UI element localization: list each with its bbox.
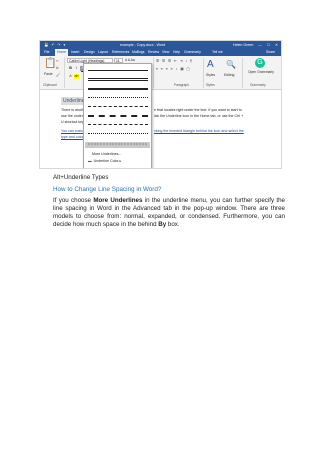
user-name[interactable]: Helen Green bbox=[233, 41, 253, 49]
doc-line-3: U shortcut key. bbox=[61, 120, 85, 124]
copy-icon[interactable]: ⧉ bbox=[56, 66, 58, 70]
highlight-button[interactable]: ab bbox=[74, 74, 79, 79]
tab-view[interactable]: View bbox=[162, 49, 169, 56]
grammarly-icon[interactable]: G bbox=[255, 58, 265, 68]
tab-grammarly[interactable]: Grammarly bbox=[184, 49, 201, 56]
tab-mailings[interactable]: Mailings bbox=[132, 49, 144, 56]
group-label-clipboard: Clipboard bbox=[43, 83, 57, 87]
window-controls[interactable]: — ☐ ✕ bbox=[258, 41, 280, 49]
underline-dot-dash-option[interactable] bbox=[88, 124, 148, 125]
group-divider bbox=[242, 58, 243, 88]
tab-layout[interactable]: Layout bbox=[98, 49, 108, 56]
section-subheading: How to Change Line Spacing in Word? bbox=[53, 186, 162, 193]
underline-color-icon: ▬ bbox=[88, 159, 92, 163]
underline-color-item[interactable]: ▬ Underline Color ▸ bbox=[88, 159, 121, 163]
list-buttons[interactable]: ☰ ☰ ☰ ⇤ ⇥ ↕ ¶ bbox=[156, 59, 193, 63]
tab-review[interactable]: Review bbox=[148, 49, 159, 56]
word-screenshot: 💾 ↶ ↷ ▾ example - Copy.docx - Word Helen… bbox=[39, 40, 282, 169]
tab-design[interactable]: Design bbox=[84, 49, 95, 56]
font-grow-shrink-icons[interactable]: A A Aa bbox=[125, 58, 135, 62]
tab-references[interactable]: References bbox=[112, 49, 129, 56]
underline-dotted-option[interactable] bbox=[88, 97, 148, 98]
paste-icon[interactable]: 📋 bbox=[44, 58, 56, 69]
group-label-styles: Styles bbox=[206, 83, 215, 87]
doc-line-1-end: e that locates right under the text. If … bbox=[154, 108, 242, 112]
quick-access-toolbar[interactable]: 💾 ↶ ↷ ▾ bbox=[44, 41, 66, 49]
format-painter-icon[interactable]: 🖌 bbox=[56, 73, 60, 77]
doc-line-2-end: lick the Underline icon in the Home tab,… bbox=[154, 114, 244, 118]
editing-label[interactable]: Editing bbox=[224, 73, 234, 77]
underline-color-label: Underline Color bbox=[93, 159, 119, 163]
word-titlebar: 💾 ↶ ↷ ▾ example - Copy.docx - Word Helen… bbox=[40, 41, 281, 49]
doc-line-4-end: cking the inverted triangle behind the i… bbox=[154, 129, 244, 133]
underline-dot-dot-dash-option[interactable] bbox=[88, 133, 148, 134]
group-label-paragraph: Paragraph bbox=[174, 83, 189, 87]
group-divider bbox=[153, 58, 154, 88]
underline-wave-option[interactable] bbox=[88, 143, 148, 146]
open-grammarly-button[interactable]: Open Grammarly bbox=[247, 70, 275, 74]
para-bold-more-underlines: More Underlines bbox=[93, 197, 143, 204]
paste-label[interactable]: Paste bbox=[44, 72, 53, 76]
bold-button[interactable]: B bbox=[68, 66, 73, 71]
body-paragraph: If you choose More Underlines in the und… bbox=[53, 197, 285, 229]
document-title: example - Copy.docx - Word bbox=[120, 43, 166, 47]
para-text-1: If you choose bbox=[53, 197, 94, 204]
tab-tell-me[interactable]: Tell me bbox=[212, 49, 223, 56]
tab-help[interactable]: Help bbox=[173, 49, 180, 56]
share-button[interactable]: Share bbox=[266, 49, 275, 56]
underline-dropdown-menu: More Underlines... ▬ Underline Color ▸ bbox=[83, 63, 152, 168]
ribbon-home: 📋 Paste ✂ ⧉ 🖌 Clipboard Calibri Light (H… bbox=[40, 56, 281, 90]
tab-insert[interactable]: Insert bbox=[71, 49, 79, 56]
search-icon[interactable]: 🔍 bbox=[226, 60, 236, 69]
document-area[interactable]: Underline There is another e that locate… bbox=[40, 90, 281, 168]
underline-dashed-option[interactable] bbox=[88, 106, 148, 107]
underline-single-option[interactable] bbox=[88, 70, 148, 71]
styles-icon[interactable]: A bbox=[207, 59, 214, 70]
para-text-3: box. bbox=[166, 221, 180, 228]
group-divider bbox=[203, 58, 204, 88]
tab-file[interactable]: File bbox=[44, 49, 49, 56]
alignment-buttons[interactable]: ≡ ≡ ≡ ≡ ↕ ▦ ▢ bbox=[156, 67, 191, 71]
tab-home[interactable]: Home bbox=[55, 49, 69, 56]
para-bold-by: By bbox=[158, 221, 167, 228]
font-color-button[interactable]: A bbox=[68, 74, 73, 79]
underline-double-option[interactable] bbox=[88, 78, 148, 81]
ribbon-tabs: File Home Insert Design Layout Reference… bbox=[40, 49, 281, 56]
group-label-grammarly: Grammarly bbox=[250, 83, 266, 87]
cut-icon[interactable]: ✂ bbox=[56, 59, 59, 63]
italic-button[interactable]: I bbox=[74, 66, 79, 71]
more-underlines-item[interactable]: More Underlines... bbox=[92, 152, 121, 156]
underline-thick-option[interactable] bbox=[88, 88, 148, 90]
figure-caption: Alt+Underline Types bbox=[53, 174, 109, 181]
group-divider bbox=[64, 58, 65, 88]
underline-long-dash-option[interactable] bbox=[88, 115, 148, 117]
styles-label[interactable]: Styles bbox=[206, 73, 215, 77]
